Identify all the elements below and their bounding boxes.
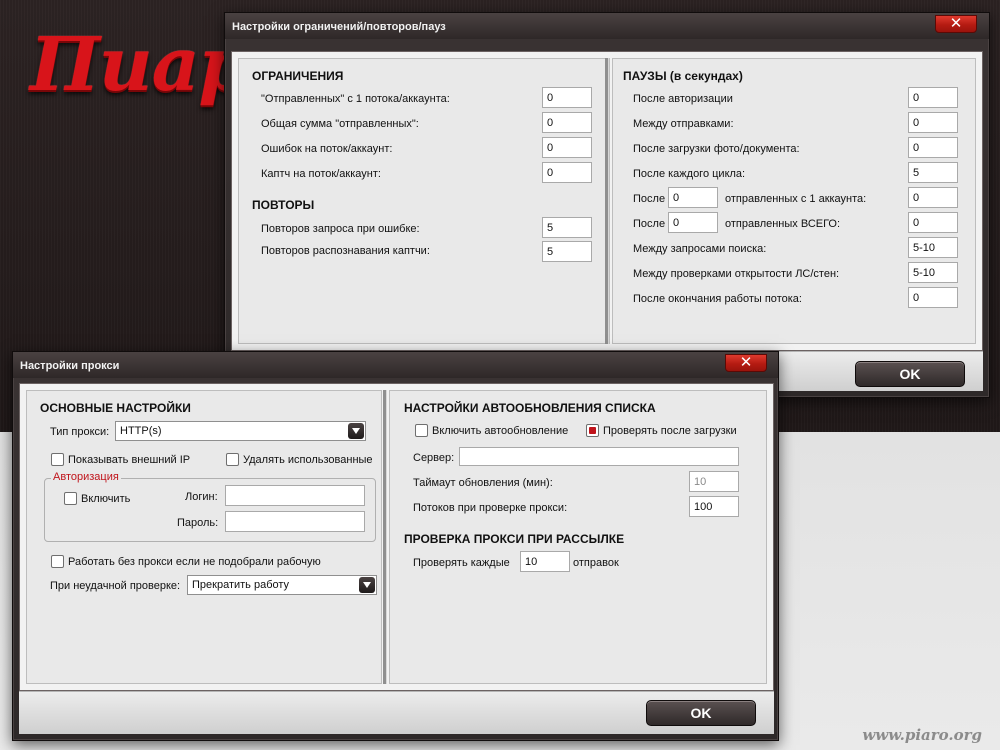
no-proxy-label: Работать без прокси если не подобрали ра… <box>68 556 321 568</box>
pause-label: Между проверками открытости ЛС/стен: <box>633 268 840 280</box>
pause-prefix-label: После <box>633 193 666 205</box>
proxy-main-heading: ОСНОВНЫЕ НАСТРОЙКИ <box>40 401 191 415</box>
pause-sent-account-count-input[interactable] <box>668 187 718 208</box>
autoupdate-heading: НАСТРОЙКИ АВТООБНОВЛЕНИЯ СПИСКА <box>404 401 656 415</box>
delete-used-label: Удалять использованные <box>243 454 373 466</box>
pause-after-upload-input[interactable] <box>908 137 958 158</box>
pause-prefix-label: После <box>633 218 666 230</box>
proxy-window-close-button[interactable]: ✕ <box>725 354 767 372</box>
login-input[interactable] <box>225 485 365 506</box>
pause-label: После загрузки фото/документа: <box>633 143 800 155</box>
pause-between-search-input[interactable] <box>908 237 958 258</box>
limits-left-panel: ОГРАНИЧЕНИЯ "Отправленных" с 1 потока/ак… <box>238 58 610 344</box>
limit-sent-per-thread-input[interactable] <box>542 87 592 108</box>
pauses-heading: ПАУЗЫ (в секундах) <box>623 69 743 83</box>
limit-label: Ошибок на поток/аккаунт: <box>261 143 393 155</box>
autoupdate-enable-label: Включить автообновление <box>432 425 569 437</box>
server-label: Сервер: <box>413 452 455 464</box>
retry-request-input[interactable] <box>542 217 592 238</box>
delete-used-checkbox[interactable] <box>226 453 239 466</box>
retry-captcha-input[interactable] <box>542 241 592 262</box>
pause-sent-total-count-input[interactable] <box>668 212 718 233</box>
mail-check-suffix: отправок <box>573 557 619 569</box>
show-ip-label: Показывать внешний IP <box>68 454 191 466</box>
pause-label: отправленных с 1 аккаунта: <box>725 193 867 205</box>
auth-groupbox-title: Авторизация <box>51 471 121 483</box>
limit-errors-input[interactable] <box>542 137 592 158</box>
retry-label: Повторов запроса при ошибке: <box>261 223 420 235</box>
proxy-ok-button[interactable]: OK <box>646 700 756 726</box>
limit-captcha-input[interactable] <box>542 162 592 183</box>
pause-after-cycle-input[interactable] <box>908 162 958 183</box>
password-label: Пароль: <box>177 517 219 529</box>
mail-check-heading: ПРОВЕРКА ПРОКСИ ПРИ РАССЫЛКЕ <box>404 532 625 546</box>
logo: Пиар <box>30 22 250 108</box>
pause-label: После окончания работы потока: <box>633 293 802 305</box>
limits-window-close-button[interactable]: ✕ <box>935 15 977 33</box>
autoupdate-enable-checkbox[interactable] <box>415 424 428 437</box>
proxy-type-value: HTTP(s) <box>120 425 162 437</box>
pause-label: Между запросами поиска: <box>633 243 767 255</box>
no-proxy-checkbox[interactable] <box>51 555 64 568</box>
mail-check-input[interactable] <box>520 551 570 572</box>
pause-label: отправленных ВСЕГО: <box>725 218 841 230</box>
pause-after-thread-end-input[interactable] <box>908 287 958 308</box>
limit-label: Каптч на поток/аккаунт: <box>261 168 381 180</box>
timeout-label: Таймаут обновления (мин): <box>413 477 553 489</box>
login-label: Логин: <box>185 491 218 503</box>
proxy-divider <box>383 390 386 684</box>
threads-input[interactable] <box>689 496 739 517</box>
pause-label: Между отправками: <box>633 118 734 130</box>
proxy-main-panel: ОСНОВНЫЕ НАСТРОЙКИ Тип прокси: HTTP(s) П… <box>26 390 382 684</box>
chevron-down-icon <box>348 423 364 439</box>
proxy-type-select[interactable]: HTTP(s) <box>115 421 366 441</box>
proxy-autoupdate-panel: НАСТРОЙКИ АВТООБНОВЛЕНИЯ СПИСКА Включить… <box>389 390 767 684</box>
check-after-load-checkbox[interactable] <box>586 424 599 437</box>
limit-label: "Отправленных" с 1 потока/аккаунта: <box>261 93 450 105</box>
timeout-input[interactable] <box>689 471 739 492</box>
chevron-down-icon <box>359 577 375 593</box>
threads-label: Потоков при проверке прокси: <box>413 502 568 514</box>
limits-ok-button[interactable]: OK <box>855 361 965 387</box>
mail-check-prefix: Проверять каждые <box>413 557 510 569</box>
server-input[interactable] <box>459 447 739 466</box>
limit-sent-total-input[interactable] <box>542 112 592 133</box>
check-after-load-label: Проверять после загрузки <box>603 425 737 437</box>
pause-label: После каждого цикла: <box>633 168 746 180</box>
on-fail-label: При неудачной проверке: <box>50 580 181 592</box>
limit-label: Общая сумма "отправленных": <box>261 118 419 130</box>
proxy-window-title: Настройки прокси <box>13 352 778 378</box>
pause-label: После авторизации <box>633 93 733 105</box>
auth-enable-label: Включить <box>81 493 131 505</box>
on-fail-select[interactable]: Прекратить работу <box>187 575 377 595</box>
show-ip-checkbox[interactable] <box>51 453 64 466</box>
pause-sent-account-input[interactable] <box>908 187 958 208</box>
pause-between-checks-input[interactable] <box>908 262 958 283</box>
pause-between-sends-input[interactable] <box>908 112 958 133</box>
limits-window-title: Настройки ограничений/повторов/пауз <box>225 13 989 39</box>
retry-label: Повторов распознавания каптчи: <box>261 245 430 257</box>
limits-heading: ОГРАНИЧЕНИЯ <box>252 69 344 83</box>
retries-heading: ПОВТОРЫ <box>252 198 315 212</box>
proxy-type-label: Тип прокси: <box>50 426 110 438</box>
on-fail-value: Прекратить работу <box>192 579 290 591</box>
limits-divider <box>605 58 608 344</box>
pauses-panel: ПАУЗЫ (в секундах) После авторизации Меж… <box>612 58 976 344</box>
proxy-window: Настройки прокси ✕ ОСНОВНЫЕ НАСТРОЙКИ Ти… <box>12 351 779 741</box>
limits-window: Настройки ограничений/повторов/пауз ✕ ОГ… <box>224 12 990 398</box>
auth-enable-checkbox[interactable] <box>64 492 77 505</box>
limits-window-body: ОГРАНИЧЕНИЯ "Отправленных" с 1 потока/ак… <box>231 51 983 351</box>
pause-sent-total-input[interactable] <box>908 212 958 233</box>
pause-after-auth-input[interactable] <box>908 87 958 108</box>
proxy-window-body: ОСНОВНЫЕ НАСТРОЙКИ Тип прокси: HTTP(s) П… <box>19 383 774 691</box>
password-input[interactable] <box>225 511 365 532</box>
watermark: www.piaro.org <box>862 726 982 744</box>
